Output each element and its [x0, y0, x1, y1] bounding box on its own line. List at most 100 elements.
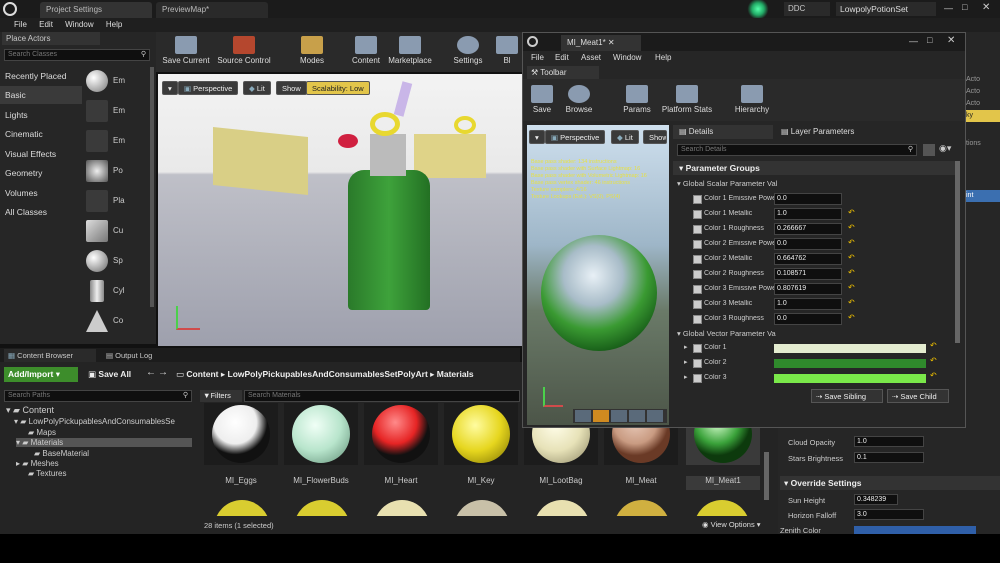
tree-item-basematerial[interactable]: ▰ BaseMaterial — [34, 449, 89, 458]
param-value[interactable]: 0.266667 — [774, 223, 842, 235]
modes-button[interactable]: Modes — [284, 34, 340, 70]
viewport-options-button[interactable]: ▾ — [162, 81, 178, 95]
tree-item-textures[interactable]: ▰ Textures — [28, 469, 66, 478]
menu-help[interactable]: Help — [106, 18, 122, 32]
search-materials-input[interactable]: Search Materials — [244, 390, 520, 402]
stars-brightness-field[interactable]: 0.1 — [854, 452, 924, 463]
param-checkbox[interactable] — [693, 315, 702, 324]
editor-menu-edit[interactable]: Edit — [555, 53, 569, 62]
asset-tile[interactable] — [284, 403, 358, 465]
editor-toolbar-tab[interactable]: ⚒ Toolbar — [527, 66, 599, 79]
search-details-input[interactable]: Search Details ⚲ — [677, 144, 917, 156]
save-all-button[interactable]: ▣ Save All — [84, 367, 140, 382]
param-value[interactable]: 0.0 — [774, 238, 842, 250]
param-value[interactable]: 0.664762 — [774, 253, 842, 265]
history-back-button[interactable]: ← — [146, 367, 156, 378]
material-preview-viewport[interactable]: Base pass shader: 134 instructions Base … — [527, 125, 669, 425]
reset-to-default-icon[interactable]: ↶ — [848, 208, 855, 217]
editor-save-button[interactable]: Save — [523, 83, 561, 119]
filters-button[interactable]: ▼Filters — [200, 390, 242, 402]
view-options-button[interactable]: ◉ View Options ▾ — [702, 520, 761, 529]
reset-to-default-icon[interactable]: ↶ — [848, 253, 855, 262]
reset-to-default-icon[interactable]: ↶ — [848, 223, 855, 232]
minimize-button[interactable]: — — [944, 3, 953, 13]
preview-lit-button[interactable]: ◆ Lit — [611, 130, 639, 144]
parameter-groups-header[interactable]: ▾ Parameter Groups — [673, 161, 955, 175]
actor-item[interactable]: Pla — [84, 187, 146, 215]
vector-group-header[interactable]: ▾ Global Vector Parameter Va — [677, 329, 776, 338]
actor-item[interactable]: Em — [84, 97, 146, 125]
reset-to-default-icon[interactable]: ↶ — [848, 298, 855, 307]
settings-button[interactable]: Settings — [440, 34, 496, 70]
ddc-indicator[interactable]: DDC — [784, 2, 830, 16]
reset-to-default-icon[interactable]: ↶ — [848, 268, 855, 277]
param-checkbox[interactable] — [693, 374, 702, 383]
scalar-group-header[interactable]: ▾ Global Scalar Parameter Val — [677, 179, 777, 188]
cloud-opacity-field[interactable]: 1.0 — [854, 436, 924, 447]
asset-tile[interactable] — [364, 403, 438, 465]
plane-icon[interactable] — [611, 410, 627, 422]
close-button[interactable]: ✕ — [982, 2, 990, 13]
category-basic[interactable]: Basic — [0, 86, 82, 104]
editor-menu-window[interactable]: Window — [613, 53, 641, 62]
search-paths-input[interactable]: Search Paths ⚲ — [4, 390, 192, 402]
param-checkbox[interactable] — [693, 210, 702, 219]
reset-to-default-icon[interactable]: ↶ — [848, 313, 855, 322]
tab-content-browser[interactable]: ▦ Content Browser — [4, 349, 96, 362]
save-sibling-button[interactable]: ⇢ Save Sibling — [811, 389, 883, 403]
asset-tile[interactable] — [204, 403, 278, 465]
details-tab[interactable]: ▤ Details — [673, 125, 773, 139]
editor-browse-button[interactable]: Browse — [559, 83, 599, 119]
place-actors-tab[interactable]: Place Actors — [2, 32, 100, 45]
breadcrumb-item[interactable]: LowPolyPickupablesAndConsumablesSetPolyA… — [228, 369, 428, 379]
preview-perspective-button[interactable]: ▣ Perspective — [545, 130, 606, 144]
eye-icon[interactable]: ◉▾ — [939, 143, 951, 154]
breadcrumb-item[interactable]: Materials — [437, 369, 474, 379]
reset-to-default-icon[interactable]: ↶ — [848, 238, 855, 247]
color-swatch[interactable] — [774, 374, 926, 383]
zenith-color-swatch[interactable] — [854, 526, 976, 534]
reset-to-default-icon[interactable]: ↶ — [930, 371, 937, 380]
param-checkbox[interactable] — [693, 285, 702, 294]
source-control-status-icon[interactable] — [746, 0, 770, 18]
tree-item-content[interactable]: ▾ ▰ Content — [6, 405, 54, 416]
expand-arrow-icon[interactable]: ▸ — [684, 358, 688, 366]
param-value[interactable]: 0.0 — [774, 313, 842, 325]
breadcrumb-item[interactable]: Content — [186, 369, 218, 379]
tree-item-meshes[interactable]: ▸ ▰ Meshes — [16, 459, 59, 468]
actor-item[interactable]: Sp — [84, 247, 146, 275]
menu-file[interactable]: File — [14, 18, 27, 32]
category-visual-effects[interactable]: Visual Effects — [0, 145, 82, 163]
actor-item[interactable]: Em — [84, 127, 146, 155]
category-geometry[interactable]: Geometry — [0, 164, 82, 182]
history-forward-button[interactable]: → — [158, 367, 168, 378]
editor-hierarchy-button[interactable]: Hierarchy — [727, 83, 777, 119]
cube-icon[interactable] — [629, 410, 645, 422]
param-checkbox[interactable] — [693, 255, 702, 264]
add-import-button[interactable]: Add/Import ▾ — [4, 367, 78, 382]
layer-parameters-tab[interactable]: ▤ Layer Parameters — [775, 125, 875, 139]
asset-tile[interactable] — [444, 403, 518, 465]
tab-preview-map[interactable]: PreviewMap* — [156, 2, 268, 18]
save-child-button[interactable]: ⇢ Save Child — [887, 389, 949, 403]
reset-to-default-icon[interactable]: ↶ — [930, 341, 937, 350]
param-value[interactable]: 0.108571 — [774, 268, 842, 280]
blueprints-button[interactable]: Bl — [492, 34, 522, 70]
maximize-button[interactable]: □ — [962, 2, 967, 12]
menu-edit[interactable]: Edit — [39, 18, 53, 32]
param-checkbox[interactable] — [693, 359, 702, 368]
param-value[interactable]: 1.0 — [774, 298, 842, 310]
tab-output-log[interactable]: ▤ Output Log — [102, 349, 182, 362]
category-volumes[interactable]: Volumes — [0, 184, 82, 202]
minimize-button[interactable]: — — [909, 36, 918, 46]
actor-item[interactable]: Po — [84, 157, 146, 185]
param-checkbox[interactable] — [693, 270, 702, 279]
marketplace-button[interactable]: Marketplace — [382, 34, 438, 70]
tree-item-lowpoly[interactable]: ▾ ▰ LowPolyPickupablesAndConsumablesSe — [14, 417, 175, 426]
editor-platform-stats-button[interactable]: Platform Stats — [657, 83, 717, 119]
editor-tab[interactable]: MI_Meat1* ✕ — [561, 35, 641, 51]
category-all-classes[interactable]: All Classes — [0, 203, 82, 221]
save-current-button[interactable]: Save Current — [158, 34, 214, 70]
param-checkbox[interactable] — [693, 195, 702, 204]
param-checkbox[interactable] — [693, 240, 702, 249]
